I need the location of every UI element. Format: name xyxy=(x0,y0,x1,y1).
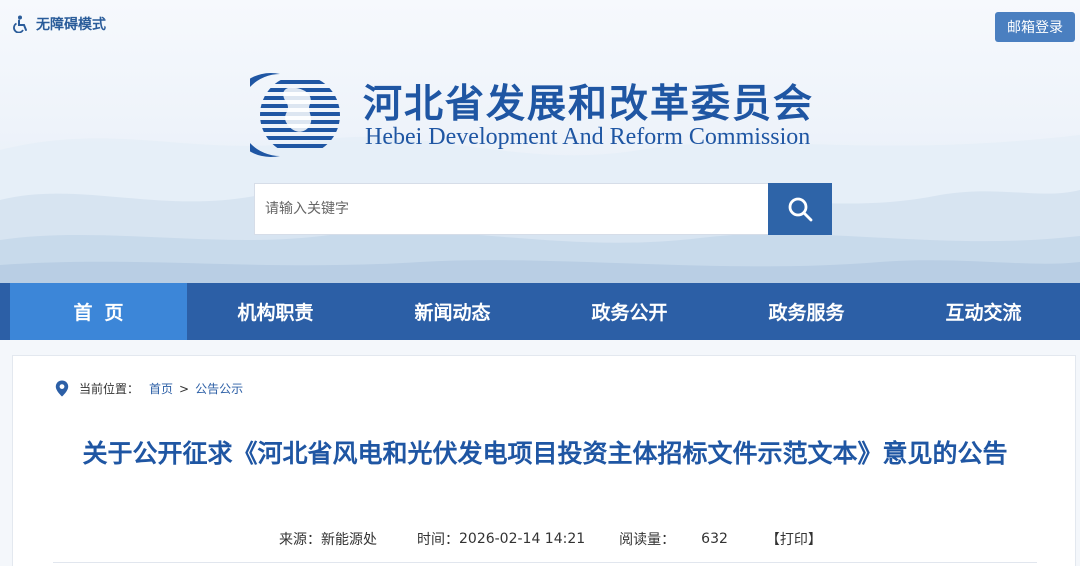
breadcrumb-announcements[interactable]: 公告公示 xyxy=(195,380,243,397)
search-bar xyxy=(254,183,832,235)
search-icon xyxy=(788,197,813,222)
accessibility-mode-link[interactable]: 无障碍模式 xyxy=(12,14,106,34)
time-value: 2026-02-14 14:21 xyxy=(459,531,586,547)
site-title-chinese: 河北省发展和改革委员会 xyxy=(363,82,815,127)
location-pin-icon xyxy=(55,380,69,397)
views-value: 632 xyxy=(701,531,728,547)
breadcrumb-prefix: 当前位置： xyxy=(79,382,140,396)
mail-login-button[interactable]: 邮箱登录 xyxy=(995,12,1075,42)
article-panel: 当前位置： 首页 > 公告公示 关于公开征求《河北省风电和光伏发电项目投资主体招… xyxy=(12,355,1076,566)
search-input[interactable] xyxy=(255,184,768,234)
print-button[interactable]: 【打印】 xyxy=(766,529,822,549)
main-nav: 首页 机构职责 新闻动态 政务公开 政务服务 互动交流 xyxy=(0,283,1080,340)
divider xyxy=(53,562,1037,563)
nav-item-news[interactable]: 新闻动态 xyxy=(364,283,541,340)
breadcrumb-separator: > xyxy=(179,381,190,396)
breadcrumb-home[interactable]: 首页 xyxy=(149,380,173,397)
site-title-english: Hebei Development And Reform Commission xyxy=(365,124,811,150)
article-title: 关于公开征求《河北省风电和光伏发电项目投资主体招标文件示范文本》意见的公告 xyxy=(82,439,1008,468)
source-label: 来源： xyxy=(279,532,321,548)
nav-item-interaction[interactable]: 互动交流 xyxy=(895,283,1072,340)
nav-item-home[interactable]: 首页 xyxy=(10,283,187,340)
search-button[interactable] xyxy=(768,183,832,235)
accessibility-label: 无障碍模式 xyxy=(36,17,106,33)
article-meta: 来源： 新能源处 时间： 2026-02-14 14:21 阅读量： 632 【… xyxy=(279,529,822,549)
nav-item-gov-services[interactable]: 政务服务 xyxy=(718,283,895,340)
nav-item-public-affairs[interactable]: 政务公开 xyxy=(541,283,718,340)
nav-item-organization[interactable]: 机构职责 xyxy=(187,283,364,340)
views-label: 阅读量： xyxy=(619,532,676,548)
logo-emblem xyxy=(250,73,340,157)
breadcrumb: 当前位置： 首页 > 公告公示 xyxy=(55,380,243,397)
wheelchair-icon xyxy=(13,15,27,33)
time-label: 时间： xyxy=(417,532,459,548)
header-banner: 无障碍模式 邮箱登录 河北省发展和改革委员会 Hebei Development… xyxy=(0,0,1080,283)
source-value: 新能源处 xyxy=(321,532,377,548)
